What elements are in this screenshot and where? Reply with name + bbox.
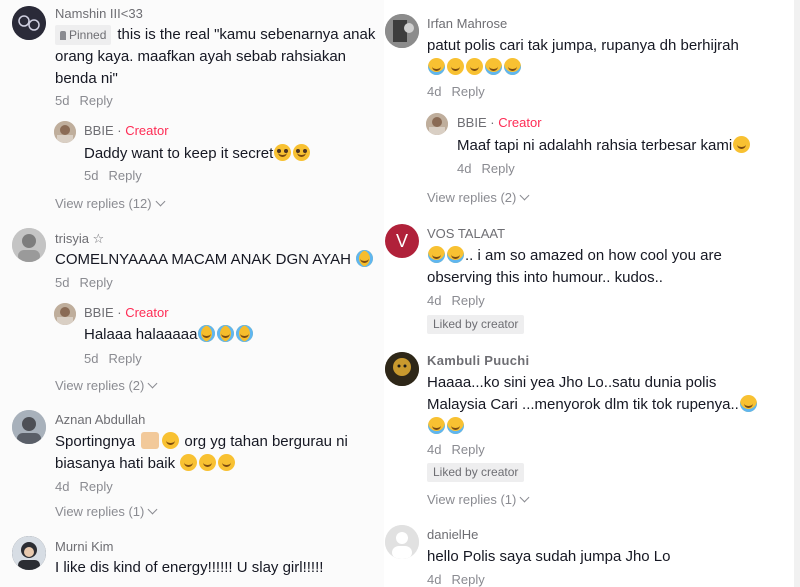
liked-by-creator-badge: Liked by creator [427,463,525,482]
comment-meta: 4d Reply [427,572,485,587]
scrollbar-track[interactable] [794,0,800,587]
comment-text: Daddy want to keep it secret [84,143,311,165]
avatar[interactable]: V [385,224,419,258]
comment-author[interactable]: Irfan Mahrose [427,16,507,31]
comments-column-left: Namshin III<33 Pinned this is the real "k… [0,0,384,587]
comment-text: Sportingnya org yg tahan bergurau ni bia… [55,432,348,472]
reply-button[interactable]: Reply [79,93,112,108]
creator-label: Creator [125,305,169,320]
comment-author[interactable]: Namshin III<33 [55,6,143,21]
smiling-face-icon [199,454,217,471]
laughing-face-icon [428,58,445,75]
thumbs-up-icon [141,432,160,449]
comment-text: patut polis cari tak jumpa, rupanya dh b… [427,35,787,79]
comment-author[interactable]: Murni Kim [55,539,114,554]
comment-text: hello Polis saya sudah jumpa Jho Lo [427,548,671,565]
creator-label: Creator [125,123,169,138]
chevron-down-icon [155,196,166,207]
comment-author[interactable]: trisyia ☆ [55,231,104,247]
pleading-face-icon [293,144,311,161]
view-replies-button[interactable]: View replies (12) [55,196,166,211]
view-replies-button[interactable]: View replies (2) [427,190,530,205]
comment-text: Halaaa halaaaaa [84,324,254,346]
comment-text: .. i am so amazed on how cool you are ob… [427,246,722,286]
avatar[interactable] [385,14,419,48]
comment-author[interactable]: Kambuli Puuchi [427,353,529,368]
crying-face-icon [198,325,216,342]
smiling-face-icon [180,454,198,471]
reply-button[interactable]: Reply [451,572,484,587]
avatar[interactable] [12,536,46,570]
chevron-down-icon [519,492,530,503]
smiling-face-icon [218,454,236,471]
chevron-down-icon [519,190,530,201]
comment-meta: 4d Reply [427,84,485,99]
reply-button[interactable]: Reply [451,84,484,99]
reply-button[interactable]: Reply [79,479,112,494]
laughing-face-icon [428,417,445,434]
avatar[interactable] [385,525,419,559]
comment-author[interactable]: BBIE · Creator [457,115,542,130]
comments-column-right: Irfan Mahrose patut polis cari tak jumpa… [384,0,800,587]
comment-text: Pinned this is the real "kamu sebenarnya … [55,25,376,87]
laughing-face-icon [428,246,445,263]
laughing-face-icon [504,58,521,75]
comment-meta: 4d Reply [55,479,113,494]
pinned-badge: Pinned [55,25,112,45]
comment-meta: 5d Reply [84,168,142,183]
chevron-down-icon [147,504,158,515]
comment-meta: 4d Reply [427,293,485,308]
pleading-face-icon [274,144,292,161]
avatar[interactable] [54,303,76,325]
laughing-face-icon [447,417,464,434]
reply-button[interactable]: Reply [108,351,141,366]
avatar[interactable] [12,6,46,40]
comment-author[interactable]: BBIE · Creator [84,123,169,138]
reply-button[interactable]: Reply [79,275,112,290]
smiling-face-icon [162,432,180,449]
chevron-down-icon [147,378,158,389]
grinning-sweat-icon [466,58,483,75]
comment-text: COMELNYAAAA MACAM ANAK DGN AYAH [55,249,374,271]
comment-meta: 5d Reply [55,275,113,290]
comment-author[interactable]: Aznan Abdullah [55,412,145,427]
comment-meta: 4d Reply [457,161,515,176]
comment-meta: 4d Reply [427,442,485,457]
crying-face-icon [217,325,235,342]
view-replies-button[interactable]: View replies (1) [55,504,158,519]
view-replies-button[interactable]: View replies (1) [427,492,530,507]
comment-text: I like dis kind of energy!!!!!! U slay g… [55,559,324,576]
reply-button[interactable]: Reply [451,293,484,308]
liked-by-creator-badge: Liked by creator [427,315,525,334]
laughing-face-icon [485,58,502,75]
avatar[interactable] [385,352,419,386]
pin-icon [60,31,66,40]
avatar[interactable] [54,121,76,143]
laughing-face-icon [447,246,464,263]
comment-author[interactable]: danielHe [427,527,478,542]
reply-button[interactable]: Reply [451,442,484,457]
reply-button[interactable]: Reply [481,161,514,176]
crying-face-icon [356,250,374,267]
comment-author[interactable]: VOS TALAAT [427,226,505,241]
avatar[interactable] [426,113,448,135]
creator-label: Creator [498,115,542,130]
crying-face-icon [236,325,254,342]
comment-meta: 5d Reply [55,93,113,108]
avatar[interactable] [12,228,46,262]
reply-button[interactable]: Reply [108,168,141,183]
comment-author[interactable]: BBIE · Creator [84,305,169,320]
comment-text: Haaaa...ko sini yea Jho Lo..satu dunia p… [427,372,797,438]
relieved-face-icon [733,136,751,153]
comment-meta: 5d Reply [84,351,142,366]
grinning-sweat-icon [447,58,464,75]
view-replies-button[interactable]: View replies (2) [55,378,158,393]
avatar[interactable] [12,410,46,444]
comment-text: Maaf tapi ni adalahh rahsia terbesar kam… [457,135,751,157]
laughing-face-icon [739,395,757,412]
